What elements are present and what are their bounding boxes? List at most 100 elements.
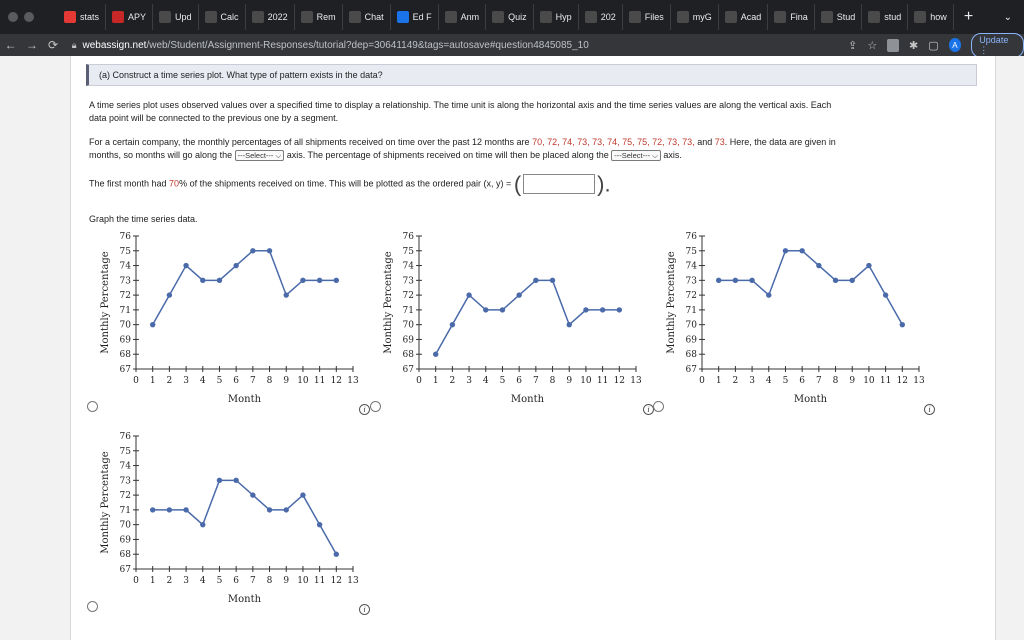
openai-icon <box>251 11 264 23</box>
browser-tab-label: stats <box>80 12 100 22</box>
y-tick-label: 72 <box>120 291 131 301</box>
browser-tab[interactable]: 2022 <box>246 4 295 30</box>
browser-tab[interactable]: stud <box>862 4 909 30</box>
y-tick-label: 70 <box>686 321 698 331</box>
graph-option-4: 676869707172737475760 1 2 3 4 5 6 7 8 9 10 11 12 13Mo… <box>100 432 359 605</box>
graph-option-1-info-icon[interactable]: i <box>359 404 370 415</box>
data-point <box>216 277 223 284</box>
browser-tab[interactable]: Rem <box>295 4 343 30</box>
graph-option-4-radio[interactable] <box>87 601 98 612</box>
openai-icon <box>444 11 457 23</box>
address-bar[interactable]: 🔒︎ webassign.net/web/Student/Assignment-… <box>72 35 834 55</box>
back-arrow-icon[interactable]: ← <box>0 38 21 52</box>
y-tick-label: 68 <box>120 350 132 360</box>
x-tick-label: 4 <box>766 376 772 386</box>
graph-option-3-info-icon[interactable]: i <box>924 404 935 415</box>
x-tick-label: 0 <box>133 376 139 386</box>
window-minimize-dot[interactable] <box>24 12 34 22</box>
browser-tab[interactable]: Chat <box>343 4 391 30</box>
side-panel-icon[interactable]: ▢ <box>928 39 938 52</box>
x-tick-label: 7 <box>250 376 256 386</box>
y-tick-label: 71 <box>686 306 697 316</box>
x-tick-label: 5 <box>217 576 223 586</box>
x-tick-label: 1 <box>150 376 156 386</box>
youtube-icon <box>64 11 76 23</box>
browser-tab-label: Quiz <box>508 12 527 22</box>
extension-icon[interactable] <box>887 38 899 52</box>
browser-tab[interactable]: Fina <box>768 4 815 30</box>
graph-option-1-radio[interactable] <box>87 401 98 412</box>
browser-tab[interactable]: Acad <box>719 4 769 30</box>
browser-tab[interactable]: 202 <box>579 4 623 30</box>
window-close-dot[interactable] <box>8 12 18 22</box>
data-point <box>466 292 472 298</box>
x-tick-label: 6 <box>233 576 239 586</box>
x-tick-label: 2 <box>450 376 456 386</box>
y-tick-label: 73 <box>120 476 132 486</box>
browser-tab[interactable]: Ed F <box>391 4 439 30</box>
openai-icon <box>300 11 313 23</box>
browser-tab[interactable]: Anm <box>439 4 487 30</box>
extensions-puzzle-icon[interactable]: ✱ <box>909 39 918 52</box>
openai-icon <box>492 11 505 23</box>
x-tick-label: 4 <box>200 376 206 386</box>
toolbar-actions: ⇪ ☆ ✱ ▢ A Update ⋮ <box>848 32 1024 58</box>
browser-tab[interactable]: Stud <box>815 4 863 30</box>
browser-tab[interactable]: Files <box>623 4 671 30</box>
profile-avatar[interactable]: A <box>948 38 962 52</box>
reload-icon[interactable]: ⟳ <box>42 38 63 52</box>
first-month-paragraph: The first month had 70% of the shipments… <box>89 173 979 195</box>
data-point <box>283 292 289 298</box>
y-axis-label: Monthly Percentage <box>666 251 677 354</box>
browser-tab[interactable]: Quiz <box>486 4 534 30</box>
data-point <box>300 277 306 284</box>
tab-strip: stats APY Upd Calc 2022 Rem Chat Ed F Anm Quiz Hyp… <box>58 4 954 30</box>
browser-tab[interactable]: myG <box>671 4 719 30</box>
data-point <box>333 551 340 557</box>
horizontal-axis-select[interactable]: ---Select--- ⌵ <box>234 150 285 162</box>
data-pre-text: For a certain company, the monthly perce… <box>89 137 533 147</box>
browser-tab-label: Ed F <box>412 12 432 22</box>
window-controls <box>0 0 58 34</box>
browser-tab[interactable]: Hyp <box>534 4 579 30</box>
data-point <box>499 307 506 313</box>
openai-icon <box>628 11 641 23</box>
x-tick-label: 4 <box>200 576 206 586</box>
ordered-pair-input[interactable] <box>523 174 596 194</box>
browser-tab[interactable]: how <box>908 4 954 30</box>
graph-option-3-radio[interactable] <box>653 401 664 412</box>
forward-arrow-icon[interactable]: → <box>21 38 42 52</box>
lock-icon[interactable]: 🔒︎ <box>72 40 77 51</box>
browser-tab[interactable]: APY <box>106 4 154 30</box>
y-tick-label: 68 <box>403 350 415 360</box>
x-tick-label: 2 <box>733 376 739 386</box>
data-point <box>749 277 755 284</box>
new-tab-icon[interactable]: + <box>954 8 983 26</box>
browser-tab[interactable]: Calc <box>199 4 246 30</box>
browser-tab[interactable]: Upd <box>153 4 199 30</box>
y-tick-label: 75 <box>120 247 132 257</box>
share-icon[interactable]: ⇪ <box>848 39 857 52</box>
data-values: 70, 72, 74, 73, 73, 74, 75, 75, 72, 73, … <box>532 137 695 147</box>
tab-search-chevron-icon[interactable]: ⌄ <box>1004 12 1024 23</box>
y-tick-label: 74 <box>120 462 132 472</box>
graph-option-2-radio[interactable] <box>370 401 381 412</box>
graph-option-4-info-icon[interactable]: i <box>359 604 370 615</box>
x-tick-label: 12 <box>614 376 625 386</box>
openai-icon <box>539 11 552 23</box>
x-axis-label: Month <box>228 594 262 605</box>
data-point <box>533 277 539 284</box>
x-tick-label: 2 <box>167 576 173 586</box>
bookmark-star-icon[interactable]: ☆ <box>867 39 877 52</box>
y-tick-label: 69 <box>403 335 415 345</box>
browser-tab[interactable]: stats <box>58 4 107 30</box>
x-tick-label: 5 <box>783 376 789 386</box>
browser-tab-label: stud <box>884 12 902 22</box>
vertical-axis-select[interactable]: ---Select--- ⌵ <box>611 150 661 162</box>
update-button[interactable]: Update ⋮ <box>971 32 1024 58</box>
data-point <box>233 262 239 269</box>
first-month-value: 70 <box>169 178 180 189</box>
select-value: ---Select--- <box>237 151 274 161</box>
data-point <box>449 321 456 328</box>
x-tick-label: 11 <box>314 376 325 386</box>
